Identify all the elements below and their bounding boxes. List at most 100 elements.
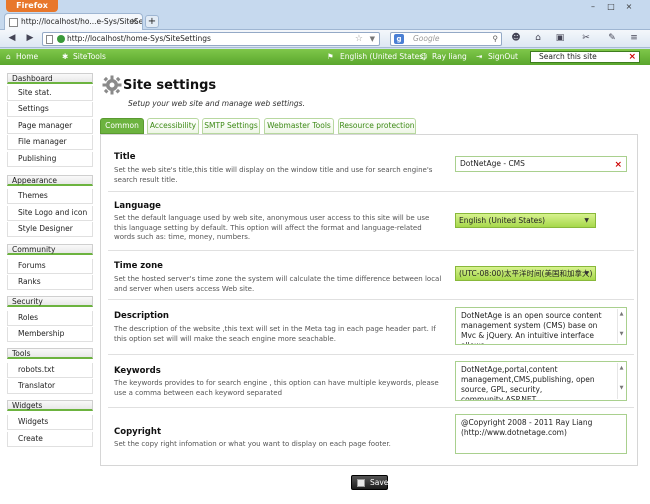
- site-search-value: Search this site: [539, 52, 597, 61]
- language-link[interactable]: English (United States): [340, 49, 426, 65]
- minimize-button[interactable]: –: [584, 2, 602, 12]
- description-desc: The description of the website ,this tex…: [114, 325, 436, 343]
- setting-row-title: Title Set the web site's title,this titl…: [108, 142, 634, 192]
- url-text: http://localhost/home-Sys/SiteSettings: [67, 34, 211, 43]
- sidebar-item-site-logo[interactable]: Site Logo and icon: [7, 206, 93, 221]
- title-input[interactable]: DotNetAge - CMS ×: [455, 156, 627, 172]
- back-button[interactable]: ◀: [4, 32, 20, 46]
- page-title: Site settings: [123, 78, 217, 93]
- tab-common[interactable]: Common: [100, 118, 144, 134]
- sidebar-item-settings[interactable]: Settings: [7, 102, 93, 117]
- sidebar-item-style-designer[interactable]: Style Designer: [7, 222, 93, 237]
- save-button[interactable]: Save: [351, 475, 388, 490]
- browser-titlebar: Firefox http://localhost/ho...e-Sys/Site…: [0, 0, 650, 30]
- signout-link[interactable]: SignOut: [488, 49, 518, 65]
- menu-icon[interactable]: ≡: [626, 32, 642, 46]
- sidebar-item-site-stat[interactable]: Site stat.: [7, 86, 93, 101]
- sidebar-item-publishing[interactable]: Publishing: [7, 152, 93, 167]
- browser-search-box[interactable]: g Google ⚲: [390, 32, 502, 46]
- site-topbar: ⌂ Home ✱ SiteTools ⚑ English (United Sta…: [0, 49, 650, 65]
- sidebar-section-security: Security: [7, 296, 93, 307]
- page-favicon-icon: [9, 18, 18, 27]
- keywords-textarea[interactable]: DotNetAge,portal,content management,CMS,…: [455, 361, 627, 401]
- url-dropdown-icon[interactable]: ▼: [370, 33, 375, 45]
- home-icon[interactable]: ⌂: [530, 32, 546, 46]
- copyright-desc: Set the copy right infomation or what yo…: [114, 440, 391, 448]
- sidebar-item-roles[interactable]: Roles: [7, 311, 93, 326]
- copyright-textarea[interactable]: @Copyright 2008 - 2011 Ray Liang (http:/…: [455, 414, 627, 454]
- addon-icon[interactable]: ☻: [508, 32, 524, 46]
- title-clear-icon[interactable]: ×: [614, 158, 622, 172]
- search-icon[interactable]: ⚲: [493, 33, 499, 45]
- copyright-line-2: (http://www.dotnetage.com): [461, 428, 567, 437]
- site-search-clear-icon[interactable]: ×: [628, 52, 636, 62]
- browser-tab[interactable]: http://localhost/ho...e-Sys/SiteSettings…: [4, 13, 143, 30]
- sidebar-section-widgets: Widgets: [7, 400, 93, 411]
- sidebar-item-forums[interactable]: Forums: [7, 259, 93, 274]
- timezone-select-value: (UTC-08:00)太平洋时间(美国和加拿大): [459, 269, 593, 278]
- setting-row-copyright: Copyright Set the copy right infomation …: [108, 409, 634, 459]
- maximize-button[interactable]: □: [602, 2, 620, 12]
- close-window-button[interactable]: ×: [620, 2, 638, 12]
- tab-close-icon[interactable]: ×: [130, 14, 138, 30]
- tools-icon[interactable]: ✎: [604, 32, 620, 46]
- setting-row-timezone: Time zone Set the hosted server's time z…: [108, 252, 634, 300]
- admin-sidebar: Dashboard Site stat. Settings Page manag…: [7, 71, 93, 451]
- title-input-value: DotNetAge - CMS: [460, 159, 525, 168]
- toolbar-icon[interactable]: ▣: [552, 32, 568, 46]
- signout-icon: ⇥: [476, 52, 483, 61]
- site-search-input[interactable]: Search this site ×: [530, 51, 640, 63]
- tab-webmaster-tools[interactable]: Webmaster Tools: [264, 118, 334, 134]
- gear-icon: [102, 75, 122, 95]
- description-value: DotNetAge is an open source content mana…: [461, 311, 602, 344]
- tab-accessibility[interactable]: Accessibility: [147, 118, 199, 134]
- forward-button[interactable]: ▶: [22, 32, 38, 46]
- language-desc: Set the default language used by web sit…: [114, 214, 430, 242]
- setting-row-description: Description The description of the websi…: [108, 301, 634, 355]
- tab-smtp-settings[interactable]: SMTP Settings: [202, 118, 260, 134]
- site-identity-icon[interactable]: [57, 35, 65, 43]
- sidebar-item-create[interactable]: Create: [7, 432, 93, 447]
- home-link[interactable]: Home: [16, 49, 38, 65]
- sidebar-item-widgets[interactable]: Widgets: [7, 415, 93, 430]
- tab-title: http://localhost/ho...e-Sys/SiteSettings: [21, 17, 143, 26]
- bookmark-star-icon[interactable]: ☆: [355, 33, 363, 45]
- sidebar-section-community: Community: [7, 244, 93, 255]
- browser-navbar: ◀ ▶ http://localhost/home-Sys/SiteSettin…: [0, 30, 650, 48]
- sidebar-item-file-manager[interactable]: File manager: [7, 135, 93, 150]
- textarea-scrollbar[interactable]: ▲ ▼: [617, 363, 625, 399]
- page-icon: [46, 35, 53, 44]
- timezone-label: Time zone: [114, 261, 163, 271]
- language-select[interactable]: English (United States) ▼: [455, 213, 596, 228]
- language-select-value: English (United States): [459, 216, 546, 225]
- sitetools-icon: ✱: [62, 52, 69, 61]
- home-link-icon: ⌂: [6, 52, 11, 61]
- extension-icon[interactable]: ✂: [578, 32, 594, 46]
- google-icon[interactable]: g: [394, 34, 404, 44]
- url-bar[interactable]: http://localhost/home-Sys/SiteSettings ☆…: [42, 32, 380, 46]
- sidebar-item-translator[interactable]: Translator: [7, 379, 93, 394]
- sidebar-item-ranks[interactable]: Ranks: [7, 275, 93, 290]
- sidebar-item-themes[interactable]: Themes: [7, 189, 93, 204]
- setting-row-language: Language Set the default language used b…: [108, 193, 634, 251]
- sidebar-item-robots[interactable]: robots.txt: [7, 363, 93, 378]
- firefox-menu-button[interactable]: Firefox: [6, 0, 58, 12]
- tab-resource-protection[interactable]: Resource protection: [338, 118, 416, 134]
- user-link[interactable]: Ray liang: [432, 49, 467, 65]
- sidebar-section-tools: Tools: [7, 348, 93, 359]
- window-controls: – □ ×: [584, 2, 644, 13]
- copyright-label: Copyright: [114, 427, 162, 437]
- chevron-down-icon: ▼: [584, 270, 589, 277]
- description-textarea[interactable]: DotNetAge is an open source content mana…: [455, 307, 627, 345]
- timezone-desc: Set the hosted server's time zone the sy…: [114, 275, 442, 293]
- description-label: Description: [114, 311, 169, 321]
- setting-row-keywords: Keywords The keywords provides to for se…: [108, 356, 634, 408]
- timezone-select[interactable]: (UTC-08:00)太平洋时间(美国和加拿大) ▼: [455, 266, 596, 281]
- sidebar-item-page-manager[interactable]: Page manager: [7, 119, 93, 134]
- sitetools-link[interactable]: SiteTools: [73, 49, 106, 65]
- new-tab-button[interactable]: +: [145, 15, 159, 28]
- language-label: Language: [114, 201, 161, 211]
- sidebar-item-membership[interactable]: Membership: [7, 327, 93, 342]
- flag-icon: ⚑: [327, 52, 334, 61]
- textarea-scrollbar[interactable]: ▲ ▼: [617, 309, 625, 343]
